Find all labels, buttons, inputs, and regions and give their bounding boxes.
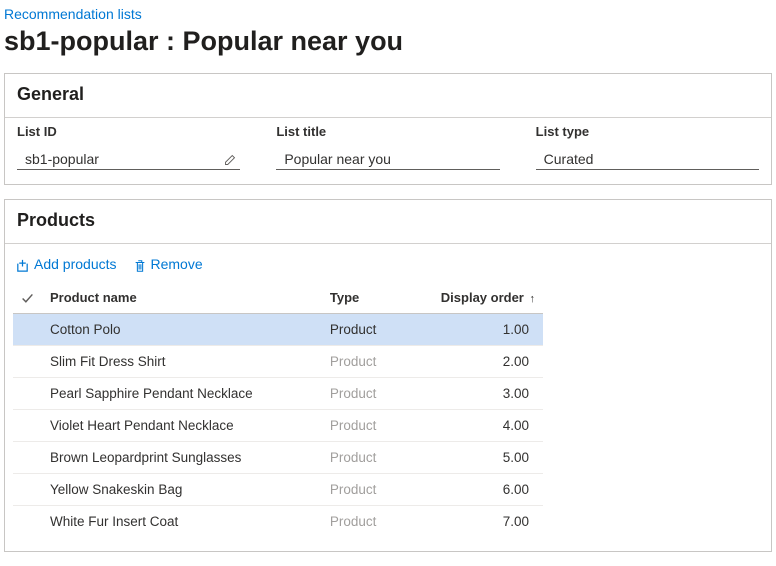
display-order-label: Display order (441, 290, 524, 305)
general-header: General (5, 74, 771, 117)
row-check-cell[interactable] (13, 473, 42, 505)
table-row[interactable]: Pearl Sapphire Pendant NecklaceProduct3.… (13, 377, 543, 409)
display-order-cell: 2.00 (402, 345, 543, 377)
row-check-cell[interactable] (13, 377, 42, 409)
table-row[interactable]: Cotton PoloProduct1.00 (13, 313, 543, 345)
list-title-label: List title (276, 124, 499, 139)
page-title: sb1-popular : Popular near you (0, 24, 776, 69)
table-row[interactable]: White Fur Insert CoatProduct7.00 (13, 505, 543, 537)
field-list-type: List type (536, 124, 759, 170)
product-type-cell: Product (322, 441, 402, 473)
table-row[interactable]: Brown Leopardprint SunglassesProduct5.00 (13, 441, 543, 473)
list-id-input[interactable] (19, 151, 224, 167)
display-order-cell: 5.00 (402, 441, 543, 473)
product-name-cell: White Fur Insert Coat (42, 505, 322, 537)
product-name-cell: Violet Heart Pendant Necklace (42, 409, 322, 441)
product-type-cell: Product (322, 473, 402, 505)
field-list-title: List title (276, 124, 499, 170)
column-check[interactable] (13, 283, 42, 314)
product-type-cell: Product (322, 409, 402, 441)
list-type-input[interactable] (538, 151, 757, 167)
table-row[interactable]: Yellow Snakeskin BagProduct6.00 (13, 473, 543, 505)
display-order-cell: 3.00 (402, 377, 543, 409)
product-type-cell: Product (322, 377, 402, 409)
products-section: Products Add products Remove (4, 199, 772, 552)
product-type-cell: Product (322, 505, 402, 537)
table-row[interactable]: Slim Fit Dress ShirtProduct2.00 (13, 345, 543, 377)
remove-label: Remove (151, 256, 203, 272)
edit-icon[interactable] (224, 152, 238, 166)
products-header: Products (5, 200, 771, 243)
product-name-cell: Yellow Snakeskin Bag (42, 473, 322, 505)
product-name-cell: Pearl Sapphire Pendant Necklace (42, 377, 322, 409)
field-list-id: List ID (17, 124, 240, 170)
products-table: Product name Type Display order ↑ Cotton… (13, 283, 543, 537)
display-order-cell: 4.00 (402, 409, 543, 441)
general-section: General List ID List title List type (4, 73, 772, 185)
table-row[interactable]: Violet Heart Pendant NecklaceProduct4.00 (13, 409, 543, 441)
breadcrumb: Recommendation lists (0, 0, 776, 24)
row-check-cell[interactable] (13, 505, 42, 537)
row-check-cell[interactable] (13, 313, 42, 345)
row-check-cell[interactable] (13, 441, 42, 473)
add-icon (15, 256, 30, 273)
column-product-name[interactable]: Product name (42, 283, 322, 314)
add-products-button[interactable]: Add products (15, 256, 117, 273)
column-type[interactable]: Type (322, 283, 402, 314)
product-name-cell: Brown Leopardprint Sunglasses (42, 441, 322, 473)
check-icon (21, 290, 34, 305)
display-order-cell: 1.00 (402, 313, 543, 345)
products-toolbar: Add products Remove (5, 244, 771, 283)
add-products-label: Add products (34, 256, 117, 272)
product-name-cell: Cotton Polo (42, 313, 322, 345)
list-type-label: List type (536, 124, 759, 139)
product-type-cell: Product (322, 345, 402, 377)
display-order-cell: 6.00 (402, 473, 543, 505)
list-title-input[interactable] (278, 151, 497, 167)
breadcrumb-link[interactable]: Recommendation lists (4, 6, 142, 22)
product-name-cell: Slim Fit Dress Shirt (42, 345, 322, 377)
row-check-cell[interactable] (13, 409, 42, 441)
sort-ascending-icon: ↑ (530, 293, 536, 305)
product-type-cell: Product (322, 313, 402, 345)
column-display-order[interactable]: Display order ↑ (402, 283, 543, 314)
row-check-cell[interactable] (13, 345, 42, 377)
remove-button[interactable]: Remove (133, 256, 203, 273)
display-order-cell: 7.00 (402, 505, 543, 537)
trash-icon (133, 256, 147, 272)
list-id-label: List ID (17, 124, 240, 139)
